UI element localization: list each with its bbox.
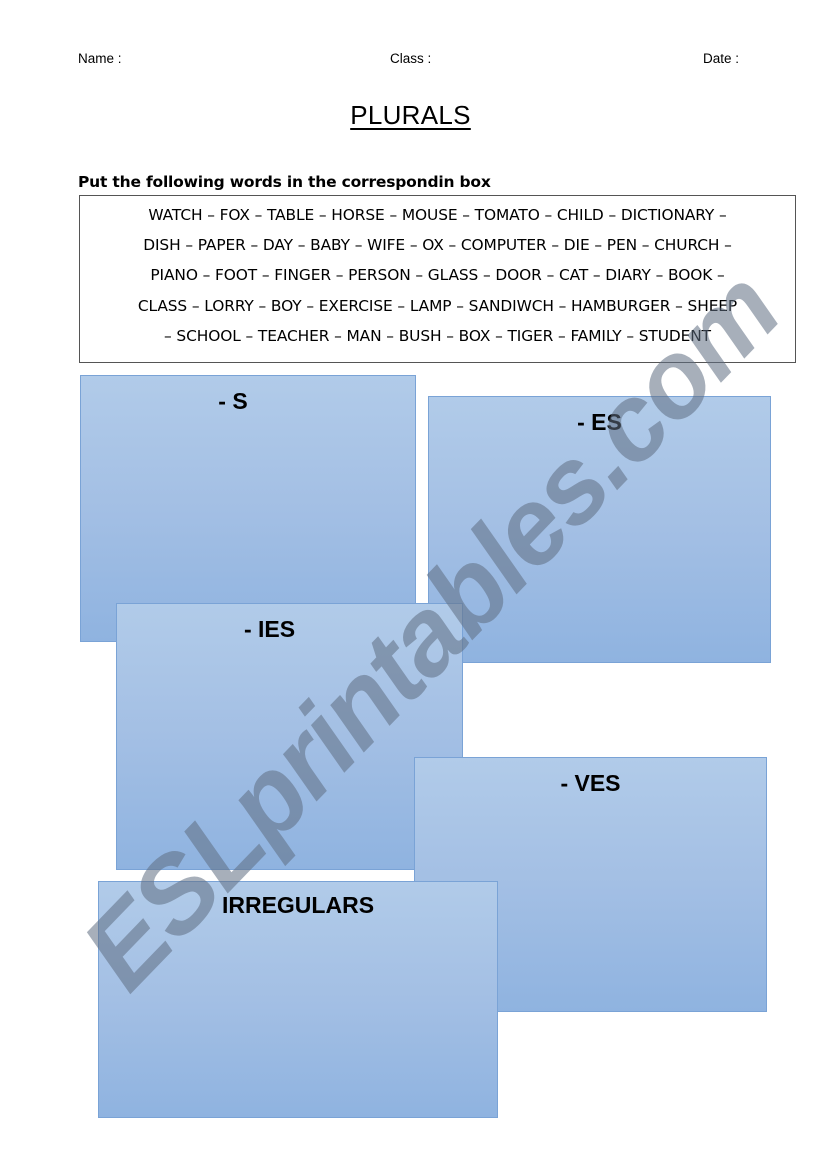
word-bank-line: – SCHOOL – TEACHER – MAN – BUSH – BOX – … bbox=[164, 326, 711, 345]
category-label: - VES bbox=[560, 770, 621, 796]
category-label: - IES bbox=[243, 616, 296, 642]
instructions: Put the following words in the correspon… bbox=[78, 173, 491, 191]
category-label: - S bbox=[218, 388, 248, 414]
word-bank-line: CLASS – LORRY – BOY – EXERCISE – LAMP – … bbox=[137, 296, 738, 315]
page-title-text: PLURALS bbox=[350, 100, 471, 130]
name-field-label: Name : bbox=[78, 51, 122, 66]
category-box-s[interactable]: - S bbox=[80, 375, 416, 642]
category-box-es[interactable]: - ES bbox=[428, 396, 771, 663]
word-bank-box: WATCH – FOX – TABLE – HORSE – MOUSE – TO… bbox=[79, 195, 796, 363]
category-box-irregulars[interactable]: IRREGULARS bbox=[98, 881, 498, 1118]
word-bank-line: DISH – PAPER – DAY – BABY – WIFE – OX – … bbox=[143, 236, 732, 255]
category-label: - ES bbox=[577, 409, 622, 435]
class-field-label: Class : bbox=[390, 51, 432, 66]
page-title: PLURALS bbox=[0, 100, 821, 131]
category-label: IRREGULARS bbox=[221, 892, 375, 918]
word-bank-line: PIANO – FOOT – FINGER – PERSON – GLASS –… bbox=[150, 266, 725, 285]
category-box-ies[interactable]: - IES bbox=[116, 603, 463, 870]
date-field-label: Date : bbox=[703, 51, 740, 66]
word-bank-line: WATCH – FOX – TABLE – HORSE – MOUSE – TO… bbox=[148, 206, 727, 224]
